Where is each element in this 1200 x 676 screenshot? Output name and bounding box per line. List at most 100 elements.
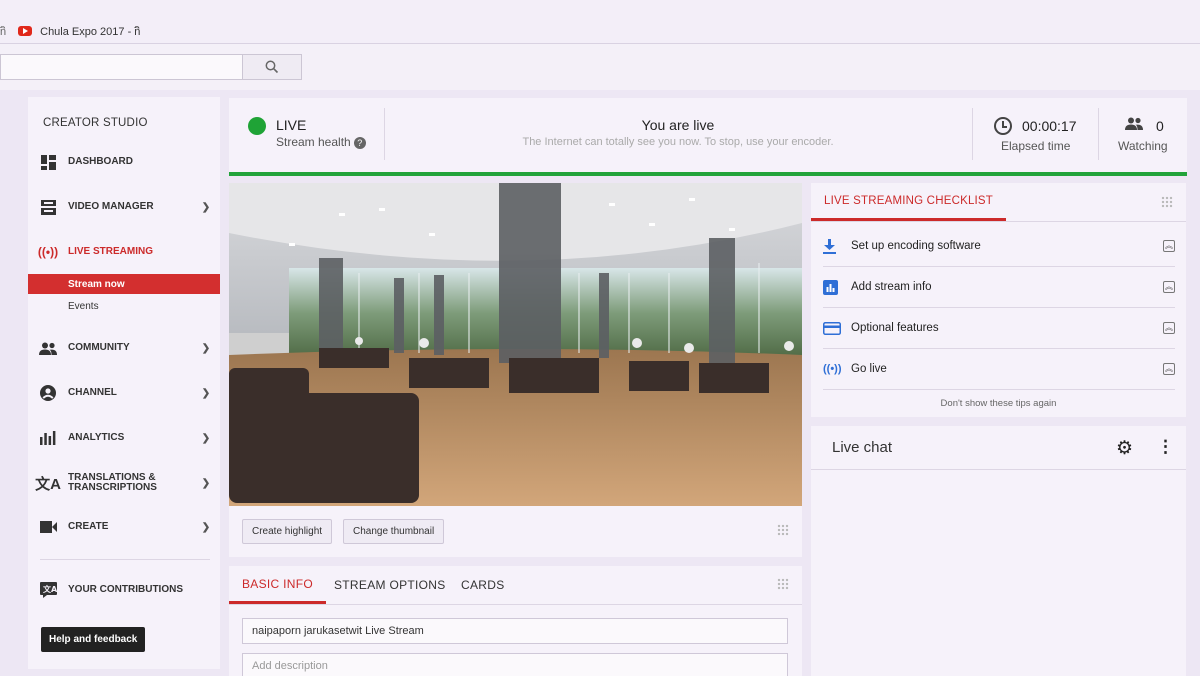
- elapsed-time-value: 00:00:17: [1022, 118, 1077, 134]
- checklist-divider: [811, 221, 1186, 222]
- expand-icon[interactable]: ︽: [1163, 281, 1175, 293]
- checklist-title: LIVE STREAMING CHECKLIST: [811, 183, 1007, 221]
- previous-tab-label[interactable]: nิ: [0, 22, 6, 40]
- checklist-item[interactable]: Set up encoding software ︽: [823, 226, 1175, 267]
- sidebar-item-dashboard[interactable]: DASHBOARD: [28, 147, 220, 177]
- live-chat-panel: Live chat ⚙ ⋮: [811, 426, 1186, 676]
- tab-stream-options[interactable]: STREAM OPTIONS: [334, 566, 446, 604]
- checklist-item-label: Go live: [851, 363, 887, 375]
- drag-handle-icon[interactable]: [777, 578, 789, 590]
- sidebar-item-label: CHANNEL: [68, 387, 117, 398]
- live-label: LIVE: [276, 117, 307, 133]
- stream-health-link[interactable]: Stream health?: [276, 135, 366, 149]
- create-icon: [28, 521, 68, 533]
- stream-info-panel: BASIC INFO STREAM OPTIONS CARDS naipapor…: [229, 566, 802, 676]
- sidebar-item-label: LIVE STREAMING: [68, 246, 154, 257]
- sidebar-item-community[interactable]: COMMUNITY ❯: [28, 333, 220, 363]
- video-manager-icon: [28, 199, 68, 215]
- status-divider: [972, 108, 973, 160]
- people-icon: [1124, 117, 1144, 134]
- chevron-down-icon[interactable]: ❯: [192, 343, 220, 354]
- translate-icon: 文A: [35, 475, 61, 493]
- change-thumbnail-button[interactable]: Change thumbnail: [343, 519, 445, 544]
- sidebar-item-label: ANALYTICS: [68, 432, 125, 443]
- expand-icon[interactable]: ︽: [1163, 363, 1175, 375]
- create-highlight-button[interactable]: Create highlight: [242, 519, 333, 544]
- analytics-icon: [28, 431, 68, 445]
- sidebar-item-video-manager[interactable]: VIDEO MANAGER ❯: [28, 192, 220, 222]
- checklist-item[interactable]: Add stream info ︽: [823, 267, 1175, 308]
- stream-title-input[interactable]: naipaporn jarukasetwit Live Stream: [242, 618, 788, 644]
- checklist-item-label: Add stream info: [851, 281, 932, 293]
- help-icon[interactable]: ?: [353, 137, 366, 149]
- sidebar-item-live-streaming[interactable]: ((•)) LIVE STREAMING: [28, 237, 220, 267]
- contributions-icon: 文A: [28, 582, 68, 598]
- more-options-icon[interactable]: ⋮: [1157, 437, 1174, 457]
- browser-tab[interactable]: nิ Chula Expo 2017 - nิ: [0, 18, 260, 44]
- drag-handle-icon[interactable]: [777, 524, 789, 536]
- stream-health-label: Stream health: [276, 135, 351, 149]
- video-preview[interactable]: [229, 183, 802, 506]
- channel-icon: [28, 385, 68, 401]
- tab-basic-info[interactable]: BASIC INFO: [229, 566, 327, 604]
- sidebar-item-create[interactable]: CREATE ❯: [28, 512, 220, 542]
- tab-divider: [229, 604, 802, 605]
- broadcast-icon: ((•)): [823, 363, 842, 375]
- watching-count: 0: [1124, 117, 1164, 134]
- chevron-down-icon[interactable]: ❯: [192, 433, 220, 444]
- description-input[interactable]: Add description: [242, 653, 788, 676]
- drag-handle-icon[interactable]: [1161, 196, 1173, 208]
- expand-icon[interactable]: ︽: [1163, 322, 1175, 334]
- community-icon: [28, 342, 68, 355]
- checklist-item[interactable]: ((•)) Go live ︽: [823, 349, 1175, 390]
- live-chat-title: Live chat: [832, 439, 893, 456]
- tab-title: Chula Expo 2017 - nิ: [40, 26, 141, 38]
- chevron-down-icon[interactable]: ❯: [192, 522, 220, 533]
- sidebar-item-label: TRANSLATIONS & TRANSCRIPTIONS: [68, 472, 157, 493]
- creator-studio-sidebar: CREATOR STUDIO DASHBOARD VIDEO MANAGER ❯…: [28, 97, 220, 669]
- search-button[interactable]: [242, 54, 302, 80]
- gear-icon[interactable]: ⚙: [1116, 437, 1133, 460]
- sidebar-item-translations[interactable]: 文A TRANSLATIONS & TRANSCRIPTIONS ❯: [28, 468, 220, 498]
- video-preview-panel: Create highlight Change thumbnail: [229, 183, 802, 557]
- status-divider: [384, 108, 385, 160]
- sidebar-item-label: COMMUNITY: [68, 342, 130, 353]
- elapsed-time: 00:00:17: [994, 117, 1077, 135]
- checklist-item[interactable]: Optional features ︽: [823, 308, 1175, 349]
- chevron-down-icon[interactable]: ❯: [192, 388, 220, 399]
- sidebar-subitem-stream-now[interactable]: Stream now: [28, 274, 220, 294]
- search-input[interactable]: [0, 54, 243, 80]
- live-chat-header: Live chat ⚙ ⋮: [811, 426, 1186, 470]
- live-status-bar: LIVE Stream health? You are live The Int…: [229, 98, 1187, 176]
- svg-text:文A: 文A: [43, 584, 57, 594]
- checklist-item-label: Set up encoding software: [851, 240, 981, 252]
- search-bar: [0, 44, 1200, 90]
- sidebar-subitem-events[interactable]: Events: [28, 296, 220, 316]
- status-divider: [1098, 108, 1099, 160]
- sidebar-item-your-contributions[interactable]: 文A YOUR CONTRIBUTIONS: [28, 575, 220, 605]
- chevron-down-icon[interactable]: ❯: [192, 478, 220, 489]
- live-streaming-checklist: LIVE STREAMING CHECKLIST Set up encoding…: [811, 183, 1186, 417]
- chevron-down-icon[interactable]: ❯: [192, 202, 220, 213]
- card-icon: [823, 321, 851, 335]
- dismiss-tips-link[interactable]: Don't show these tips again: [811, 398, 1186, 409]
- tab-cards[interactable]: CARDS: [461, 566, 505, 604]
- watching-label: Watching: [1118, 139, 1168, 153]
- elapsed-time-label: Elapsed time: [1001, 139, 1071, 153]
- checklist-item-label: Optional features: [851, 322, 939, 334]
- search-icon: [265, 60, 279, 74]
- sidebar-title: CREATOR STUDIO: [43, 117, 148, 129]
- expand-icon[interactable]: ︽: [1163, 240, 1175, 252]
- youtube-icon: [18, 26, 33, 36]
- download-icon: [823, 238, 851, 254]
- sidebar-item-label: YOUR CONTRIBUTIONS: [68, 584, 183, 595]
- sidebar-item-channel[interactable]: CHANNEL ❯: [28, 378, 220, 408]
- sidebar-item-analytics[interactable]: ANALYTICS ❯: [28, 423, 220, 453]
- help-and-feedback-button[interactable]: Help and feedback: [41, 627, 146, 652]
- sidebar-item-label: DASHBOARD: [68, 156, 133, 167]
- live-headline: You are live: [641, 117, 715, 133]
- stats-icon: [823, 279, 851, 295]
- sidebar-divider: [40, 559, 210, 560]
- browser-tab-bar: nิ Chula Expo 2017 - nิ: [0, 0, 1200, 44]
- live-indicator-dot: [248, 117, 266, 135]
